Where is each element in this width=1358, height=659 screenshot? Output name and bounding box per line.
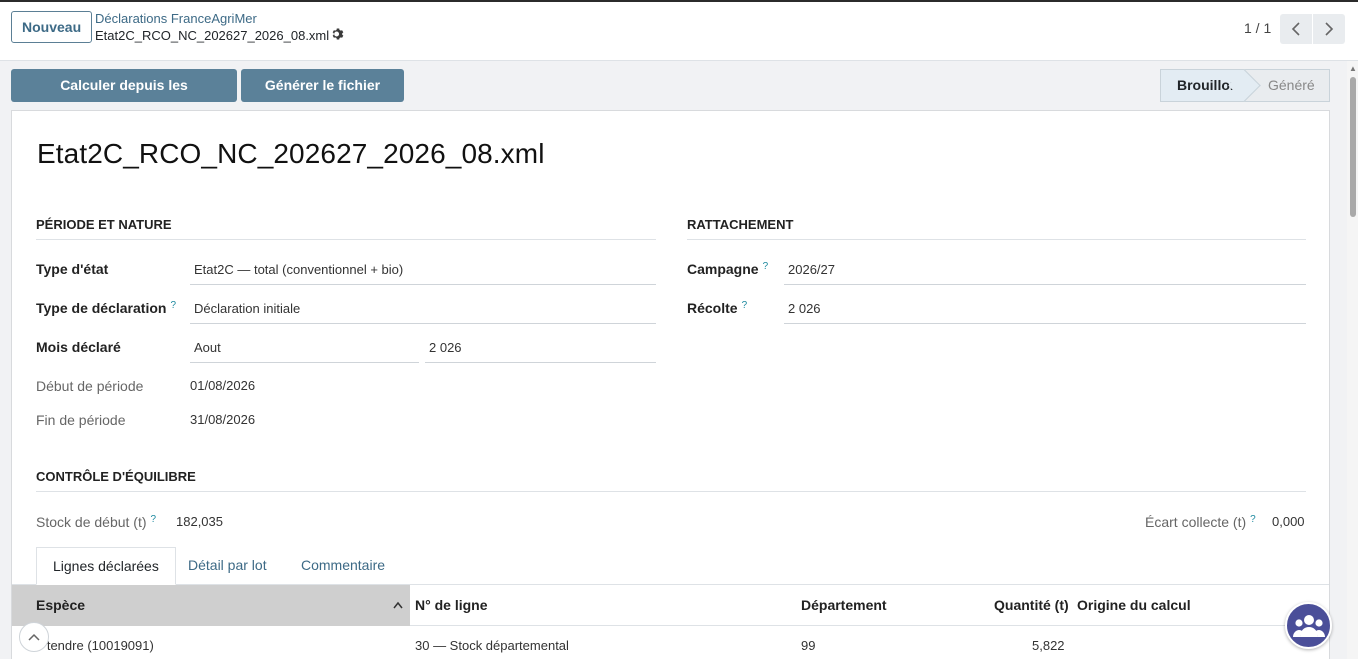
help-tooltip-icon[interactable]: ? (742, 300, 748, 311)
control-panel: Nouveau Déclarations FranceAgriMer Etat2… (0, 2, 1358, 61)
cell-departement: 99 (801, 638, 816, 653)
scroll-to-top-button[interactable] (19, 622, 49, 652)
type-etat-label: Type d'état (36, 261, 109, 277)
recolte-field[interactable]: 2 026 (784, 300, 1306, 324)
type-declaration-label: Type de déclaration? (36, 300, 177, 316)
breadcrumb-current: Etat2C_RCO_NC_202627_2026_08.xml (95, 28, 330, 43)
page-scrollbar[interactable]: ▲ (1347, 61, 1358, 659)
annee-field[interactable]: 2 026 (425, 339, 656, 363)
scrollbar-thumb[interactable] (1350, 77, 1356, 217)
generate-xml-button[interactable]: Générer le fichier XML (241, 69, 404, 126)
new-button[interactable]: Nouveau (11, 11, 93, 43)
column-header-origine[interactable]: Origine du calcul (1077, 585, 1191, 626)
tab-lignes-declarees[interactable]: Lignes déclarées (36, 547, 176, 585)
debut-periode-value: 01/08/2026 (190, 378, 256, 393)
ecart-collecte-value: 0,000 (1272, 514, 1305, 529)
form-sheet: Etat2C_RCO_NC_202627_2026_08.xml PÉRIODE… (11, 110, 1330, 659)
mois-field[interactable]: Aout (190, 339, 419, 363)
cell-quantite: 5,822 (1032, 638, 1065, 653)
chevron-right-icon (1325, 22, 1334, 36)
scroll-up-arrow-icon[interactable]: ▲ (1349, 64, 1357, 73)
type-etat-field[interactable]: Etat2C — total (conventionnel + bio) (190, 261, 656, 285)
campagne-field[interactable]: 2026/27 (784, 261, 1306, 285)
campagne-label: Campagne? (687, 261, 769, 277)
table-header: Espèce N° de ligne Département Quantité … (12, 585, 1329, 626)
recolte-label: Récolte? (687, 300, 748, 316)
record-title: Etat2C_RCO_NC_202627_2026_08.xml (37, 138, 545, 169)
tab-commentaire[interactable]: Commentaire (285, 547, 401, 585)
type-declaration-field[interactable]: Déclaration initiale (190, 300, 656, 324)
section-equilibre-title: CONTRÔLE D'ÉQUILIBRE (36, 469, 1306, 492)
debut-periode-label: Début de période (36, 378, 144, 394)
compute-from-moves-button[interactable]: Calculer depuis les mouvements (11, 69, 237, 126)
cell-espece: é tendre (10019091) (36, 638, 154, 653)
team-chat-icon[interactable] (1285, 602, 1332, 649)
pager-next-button[interactable] (1313, 14, 1345, 44)
help-tooltip-icon[interactable]: ? (763, 261, 769, 272)
help-tooltip-icon[interactable]: ? (170, 300, 176, 311)
sort-ascending-icon (393, 601, 403, 609)
help-tooltip-icon[interactable]: ? (151, 514, 157, 525)
column-header-departement[interactable]: Département (801, 585, 887, 626)
mois-declare-label: Mois déclaré (36, 339, 121, 355)
stock-debut-value: 182,035 (176, 514, 223, 529)
breadcrumb-parent-link[interactable]: Déclarations FranceAgriMer (95, 11, 257, 26)
status-stage-draft[interactable]: Brouillon (1160, 69, 1246, 102)
column-header-quantite[interactable]: Quantité (t) (994, 585, 1069, 626)
ecart-collecte-label: Écart collecte (t)? (1145, 514, 1256, 530)
gear-icon[interactable] (331, 27, 345, 41)
column-header-espece[interactable]: Espèce (12, 585, 410, 626)
fin-periode-label: Fin de période (36, 412, 126, 428)
pager-value[interactable]: 1 / 1 (1244, 20, 1271, 36)
help-tooltip-icon[interactable]: ? (1250, 514, 1256, 525)
pager-previous-button[interactable] (1280, 14, 1312, 44)
chevron-left-icon (1291, 22, 1300, 36)
cell-numero-ligne: 30 — Stock départemental (415, 638, 569, 653)
chevron-up-icon (28, 633, 40, 641)
column-header-numero-ligne[interactable]: N° de ligne (415, 585, 488, 626)
section-periode-title: PÉRIODE ET NATURE (36, 217, 656, 240)
fin-periode-value: 31/08/2026 (190, 412, 256, 427)
stock-debut-label: Stock de début (t)? (36, 514, 157, 530)
section-rattachement-title: RATTACHEMENT (687, 217, 1306, 240)
status-bar: Brouillon Généré (1160, 69, 1330, 102)
tab-detail-par-lot[interactable]: Détail par lot (172, 547, 283, 585)
